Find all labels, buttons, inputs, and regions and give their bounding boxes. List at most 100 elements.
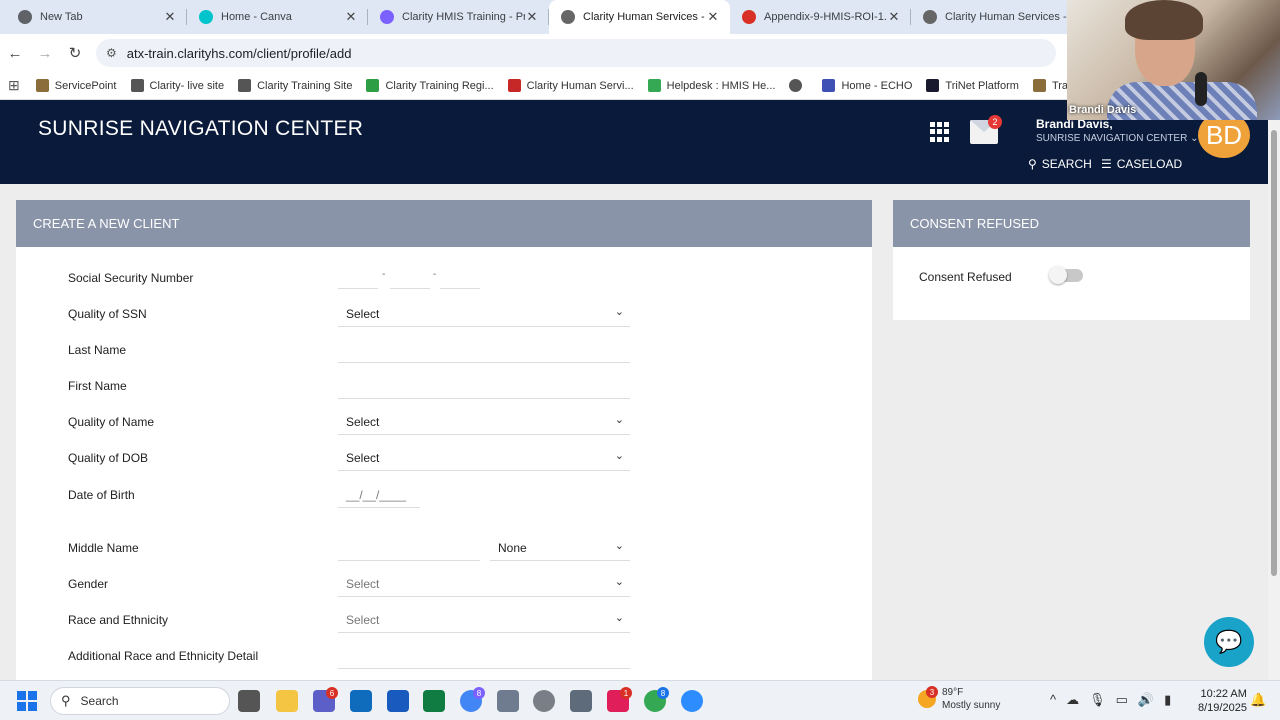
ssn-separator: - [433,269,437,280]
user-agency-selector[interactable]: SUNRISE NAVIGATION CENTER ⌄ [1036,133,1198,144]
chrome-icon [18,10,32,24]
ssn-quality-value: Select [346,307,380,321]
weather-badge: 3 [926,686,938,698]
caseload-link[interactable]: ☰ CASELOAD [1101,157,1182,171]
weather-widget[interactable]: 3 89°F Mostly sunny [918,686,1000,712]
system-tray: ^ ☁ 🎙 ▭ 🔊 ▮ [1050,692,1181,708]
video-call-overlay: Brandi Davis [1067,0,1280,120]
name-suffix-select[interactable]: None ⌄ [490,537,630,561]
chevron-down-icon: ⌄ [614,540,624,552]
search-icon: ⚲ [61,693,71,708]
bookmark-item[interactable]: Home - ECHO [822,79,912,92]
task-view-icon[interactable] [238,690,260,712]
excel-icon[interactable] [423,690,445,712]
taskbar-search-label: Search [80,694,119,708]
file-explorer-icon[interactable] [276,690,298,712]
zoom-icon[interactable] [681,690,703,712]
dob-quality-select[interactable]: Select ⌄ [338,447,630,471]
bookmark-item[interactable]: Clarity Human Servi... [507,79,634,92]
chat-help-button[interactable]: 💬 [1204,617,1254,667]
name-quality-select[interactable]: Select ⌄ [338,411,630,435]
ssn-quality-select[interactable]: Select ⌄ [338,303,630,327]
middle-name-row: Middle Name None ⌄ [68,537,828,563]
windows-start-icon[interactable] [17,691,37,711]
microphone-icon[interactable]: 🎙 [1089,692,1106,708]
bookmark-label: Clarity- live site [149,79,225,92]
taskbar-search[interactable]: ⚲ Search [50,687,230,715]
search-link[interactable]: ⚲ SEARCH [1028,157,1092,171]
browser-tab[interactable]: Home - Canva ✕ [187,0,368,34]
settings-icon[interactable] [533,690,555,712]
snipping-tool-icon[interactable] [497,690,519,712]
notification-bell-icon[interactable]: 🔔 [1250,692,1266,708]
last-name-row: Last Name [68,339,828,365]
race-detail-input[interactable] [338,645,630,669]
gender-select[interactable]: Select ⌄ [338,573,630,597]
ssn-separator: - [382,269,386,280]
volume-icon[interactable]: 🔊 [1138,692,1154,708]
bookmark-item[interactable] [789,79,808,92]
browser-tab[interactable]: New Tab ✕ [6,0,187,34]
close-icon[interactable]: ✕ [163,9,177,25]
forward-icon[interactable]: → [30,45,60,62]
consent-label: Consent Refused [919,270,1012,284]
first-name-label: First Name [68,379,127,393]
browser-tab[interactable]: Clarity HMIS Training - Pres ✕ [368,0,549,34]
inbox-count-badge: 2 [988,115,1002,129]
menu-icon: ☰ [1101,157,1112,171]
name-suffix-value: None [498,541,527,555]
dob-input[interactable]: __/__/____ [338,484,420,508]
browser-tab[interactable]: Clarity Human Services - Se✕ [911,0,1092,34]
clock-date: 8/19/2025 [1198,702,1247,714]
close-icon[interactable]: ✕ [887,9,901,25]
display-icon[interactable]: ▭ [1116,692,1128,708]
ssn-part3-input[interactable] [440,267,480,289]
first-name-input[interactable] [338,375,630,399]
ssn-part2-input[interactable] [390,267,430,289]
remote-desktop-icon[interactable] [570,690,592,712]
page-content: CREATE A NEW CLIENT Social Security Numb… [0,184,1268,680]
last-name-label: Last Name [68,343,127,357]
chevron-up-icon[interactable]: ^ [1050,692,1056,708]
app-launcher-icon[interactable] [930,122,950,142]
bookmark-item[interactable]: Clarity- live site [130,79,225,92]
close-icon[interactable]: ✕ [525,9,539,25]
edge-badge: 8 [657,687,669,699]
slides-icon [380,10,394,24]
bookmark-item[interactable]: Clarity Training Site [238,79,352,92]
bookmark-item[interactable]: Helpdesk : HMIS He... [647,79,775,92]
bookmark-item[interactable]: TriNet Platform [926,79,1019,92]
bookmark-item[interactable]: ServicePoint [35,79,117,92]
browser-tab[interactable]: Clarity Human Services - Cr ✕ [549,0,730,34]
ssn-part1-input[interactable] [338,267,378,289]
address-bar[interactable]: ⚙ atx-train.clarityhs.com/client/profile… [96,39,1056,67]
consent-refused-toggle[interactable] [1049,266,1083,284]
page-scrollbar[interactable] [1268,100,1280,680]
name-quality-label: Quality of Name [68,415,155,429]
chevron-down-icon: ⌄ [614,306,624,318]
bookmark-label: ServicePoint [54,79,117,92]
middle-name-input[interactable] [338,537,480,561]
last-name-input[interactable] [338,339,630,363]
site-settings-icon[interactable]: ⚙ [106,46,117,60]
taskbar-clock[interactable]: 10:22 AM 8/19/2025 [1198,687,1247,715]
word-icon[interactable] [387,690,409,712]
race-detail-label: Additional Race and Ethnicity Detail [68,649,259,663]
battery-icon[interactable]: ▮ [1164,692,1171,708]
close-icon[interactable]: ✕ [706,9,720,25]
ssn-quality-label: Quality of SSN [68,307,147,321]
apps-grid-icon[interactable]: ⊞ [8,77,20,94]
outlook-icon[interactable] [350,690,372,712]
bookmark-item[interactable]: Clarity Training Regi... [366,79,494,92]
bookmark-label: Clarity Training Regi... [385,79,494,92]
dob-row: Date of Birth __/__/____ [68,484,828,510]
back-icon[interactable]: ← [0,45,30,62]
close-icon[interactable]: ✕ [344,9,358,25]
cloud-icon[interactable]: ☁ [1066,692,1079,708]
chrome-badge: 8 [473,687,485,699]
bookmark-icon [366,79,380,92]
scrollbar-thumb[interactable] [1271,130,1277,576]
reload-icon[interactable]: ↻ [60,44,90,62]
browser-tab[interactable]: Appendix-9-HMIS-ROI-1.26 ✕ [730,0,911,34]
race-select[interactable]: Select ⌄ [338,609,630,633]
